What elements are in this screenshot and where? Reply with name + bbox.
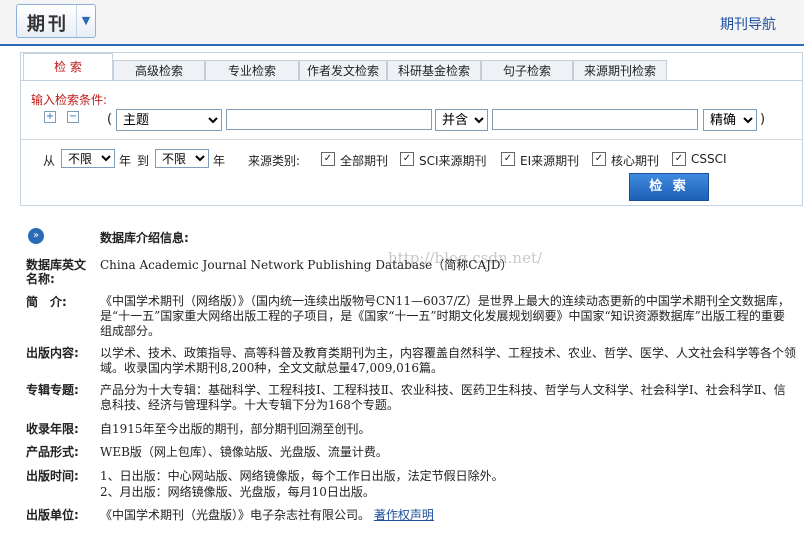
info-title: 数据库介绍信息: xyxy=(100,231,189,245)
chevron-down-icon[interactable]: ▼ xyxy=(76,5,95,37)
source-sci-label: SCI来源期刊 xyxy=(419,154,487,168)
condition-label: 输入检索条件: xyxy=(31,93,108,107)
row-text-years: 自1915年至今出版的期刊，部分期刊回溯至创刊。 xyxy=(100,422,371,436)
to-label: 到 xyxy=(137,154,150,168)
logic-select[interactable]: 并含 xyxy=(435,109,488,131)
checkbox-core[interactable]: ✓ xyxy=(592,152,606,166)
year-label: 年 xyxy=(119,154,132,168)
row-text-content: 以学术、技术、政策指导、高等科普及教育类期刊为主，内容覆盖自然科学、工程技术、农… xyxy=(100,346,797,375)
copyright-link[interactable]: 著作权声明 xyxy=(374,508,434,522)
row-text-pub-time-1: 1、日出版：中心网站版、网络镜像版，每个工作日出版，法定节假日除外。 xyxy=(100,469,504,483)
source-ei-label: EI来源期刊 xyxy=(520,154,580,168)
info-icon: » xyxy=(28,228,44,244)
divider xyxy=(21,139,802,140)
row-text-format: WEB版（网上包库）、镜像站版、光盘版、流量计费。 xyxy=(100,445,388,459)
search-panel: 检 索 高级检索 专业检索 作者发文检索 科研基金检索 句子检索 来源期刊检索 … xyxy=(20,52,803,206)
tab-sentence-search[interactable]: 句子检索 xyxy=(481,60,573,81)
tab-basic-search[interactable]: 检 索 xyxy=(23,53,113,81)
checkbox-cssci[interactable]: ✓ xyxy=(672,152,686,166)
row-label-pub-time: 出版时间: xyxy=(26,469,79,483)
row-text-intro: 《中国学术期刊（网络版）》（国内统一连续出版物号CN11—6037/Z）是世界上… xyxy=(100,294,790,338)
field-select[interactable]: 主题 xyxy=(116,109,222,131)
checkbox-sci[interactable]: ✓ xyxy=(400,152,414,166)
source-cssci-label: CSSCI xyxy=(691,152,727,166)
from-year-select[interactable]: 不限 xyxy=(61,149,115,168)
add-condition-icon[interactable]: + xyxy=(44,111,56,123)
keyword-input-2[interactable] xyxy=(492,109,698,130)
search-body: 输入检索条件: + − ( 主题 并含 精确 ) 从 不限 年 到 不限 年 来… xyxy=(21,80,802,206)
tab-fund-search[interactable]: 科研基金检索 xyxy=(387,60,481,81)
journal-nav-link[interactable]: 期刊导航 xyxy=(720,14,776,34)
match-select[interactable]: 精确 xyxy=(703,109,757,131)
source-label: 来源类别: xyxy=(248,154,301,168)
search-tabs: 检 索 高级检索 专业检索 作者发文检索 科研基金检索 句子检索 来源期刊检索 xyxy=(21,53,802,81)
remove-condition-icon[interactable]: − xyxy=(67,111,79,123)
year-label-2: 年 xyxy=(213,154,226,168)
tab-professional-search[interactable]: 专业检索 xyxy=(205,60,299,81)
row-label-years: 收录年限: xyxy=(26,422,79,436)
row-label-intro: 简 介: xyxy=(26,295,67,309)
close-paren: ) xyxy=(760,112,766,127)
keyword-input-1[interactable] xyxy=(226,109,432,130)
open-paren: ( xyxy=(107,112,113,127)
checkbox-all-journals[interactable]: ✓ xyxy=(321,152,335,166)
tab-author-search[interactable]: 作者发文检索 xyxy=(299,60,387,81)
database-title: 期刊 xyxy=(27,14,69,35)
row-label-series: 专辑专题: xyxy=(26,383,79,397)
source-core-label: 核心期刊 xyxy=(611,154,660,168)
database-switcher[interactable]: 期刊 ▼ xyxy=(16,4,96,38)
row-text-publisher: 《中国学术期刊（光盘版）》电子杂志社有限公司。 著作权声明 xyxy=(100,508,796,523)
search-button[interactable]: 检 索 xyxy=(629,173,709,201)
tab-source-journal-search[interactable]: 来源期刊检索 xyxy=(573,60,667,81)
row-label-publisher: 出版单位: xyxy=(26,508,79,522)
from-label: 从 xyxy=(43,154,56,168)
row-label-format: 产品形式: xyxy=(26,445,79,459)
row-text-pub-time-2: 2、月出版：网络镜像版、光盘版，每月10日出版。 xyxy=(100,485,375,499)
row-text-series: 产品分为十大专辑：基础科学、工程科技Ⅰ、工程科技Ⅱ、农业科技、医药卫生科技、哲学… xyxy=(100,383,786,412)
row-label-english-name: 数据库英文名称: xyxy=(26,258,87,286)
row-label-content: 出版内容: xyxy=(26,346,79,360)
publisher-name: 《中国学术期刊（光盘版）》电子杂志社有限公司。 xyxy=(100,508,371,522)
top-bar: 期刊 ▼ 期刊导航 xyxy=(0,0,804,46)
tab-advanced-search[interactable]: 高级检索 xyxy=(113,60,205,81)
to-year-select[interactable]: 不限 xyxy=(155,149,209,168)
checkbox-ei[interactable]: ✓ xyxy=(501,152,515,166)
source-all-label: 全部期刊 xyxy=(340,154,389,168)
row-text-english-name: China Academic Journal Network Publishin… xyxy=(100,258,513,272)
